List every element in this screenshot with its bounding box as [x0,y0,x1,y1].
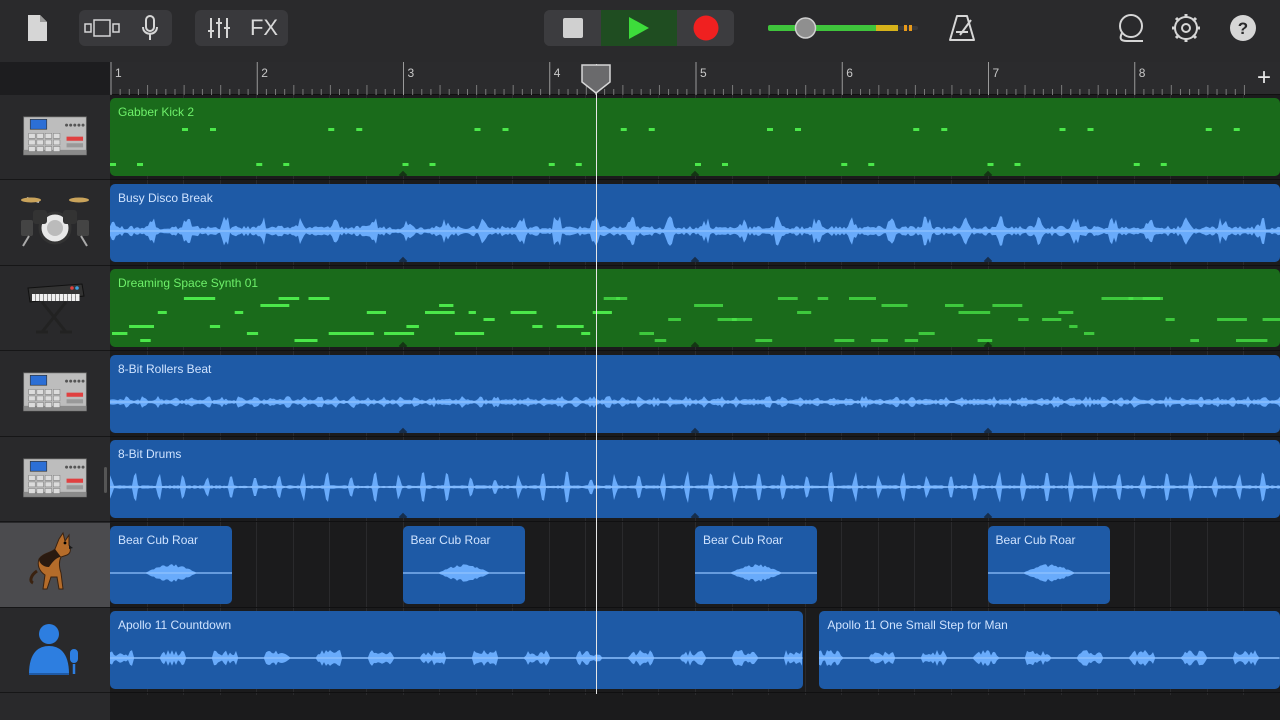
track-header[interactable] [0,352,110,437]
document-icon[interactable] [24,13,50,43]
region-label: Apollo 11 One Small Step for Man [827,618,1008,632]
ruler-bar-number: 5 [700,66,707,80]
midi-notes [112,297,1280,342]
track-header[interactable] [0,181,110,266]
master-volume-slider[interactable] [764,14,922,42]
drum-kit-icon [19,192,91,253]
region-label: Dreaming Space Synth 01 [118,276,259,290]
midi-notes [110,128,1240,166]
region-label: Bear Cub Roar [118,532,199,547]
audio-region[interactable]: Bear Cub Roar [987,525,1110,604]
midi-region[interactable]: Dreaming Space Synth 01 [110,269,1280,347]
audio-waveform [110,395,1280,408]
transport-controls [544,10,734,46]
playhead-handle[interactable] [580,64,611,94]
audio-region[interactable]: Bear Cub Roar [402,525,525,604]
track-lanes: Gabber Kick 2 Busy Disco Break Dreaming Sp… [110,95,1280,720]
ruler-bar-number: 1 [115,66,122,80]
audio-region[interactable]: Apollo 11 One Small Step for Man [819,611,1280,689]
settings-icon[interactable] [1170,12,1202,44]
play-icon [629,17,649,39]
ruler-bar-number: 8 [1138,66,1146,80]
view-controls-group [79,10,172,46]
audio-waveform [110,471,1280,503]
fx-label: FX [249,15,279,40]
track-header[interactable] [0,95,110,180]
timeline-ruler[interactable]: 1 2 3 4 5 6 7 8 [110,62,1280,95]
voice-person-icon [25,618,85,683]
loop-icon[interactable] [1113,12,1147,44]
audio-waveform [110,215,1280,246]
dog-icon [25,531,85,598]
audio-region[interactable]: Bear Cub Roar [695,525,818,604]
keyboard-synth-icon [22,276,88,341]
region-label: 8-Bit Rollers Beat [118,361,212,376]
playhead-line [595,64,597,694]
microphone-icon[interactable] [131,13,169,43]
ruler-bar-number: 4 [553,66,561,80]
track-view-icon[interactable] [82,13,124,43]
header-resize-handle[interactable] [104,467,107,493]
track-header[interactable] [0,437,110,522]
add-section-button[interactable]: + [1252,66,1276,90]
ruler-bar-number: 3 [407,66,415,80]
record-button[interactable] [677,10,734,46]
record-icon [693,15,718,41]
region-label: Bear Cub Roar [995,532,1076,547]
audio-region[interactable]: Busy Disco Break [110,183,1280,262]
ruler-bar-number: 7 [992,66,1000,80]
toolbar: FX ? [0,0,1280,62]
fx-button[interactable]: FX [243,13,285,43]
region-label: Busy Disco Break [118,190,213,205]
stop-icon [562,18,583,38]
track-header[interactable] [0,522,110,608]
drum-machine-icon [22,449,88,510]
mixer-icon[interactable] [198,13,240,43]
garageband-app: FX ? 1 2 3 4 5 6 7 8 + Gabber Kick 2 Bus… [0,0,1280,720]
drum-machine-icon [22,363,88,424]
region-label: Bear Cub Roar [703,532,784,547]
region-label: Bear Cub Roar [410,532,491,547]
audio-region[interactable]: Apollo 11 Countdown [110,611,803,689]
track-header[interactable] [0,608,110,693]
audio-region[interactable]: 8-Bit Rollers Beat [110,354,1280,433]
play-button[interactable] [601,10,677,46]
region-label: Gabber Kick 2 [118,105,195,119]
help-icon[interactable]: ? [1228,13,1258,43]
region-label: 8-Bit Drums [118,447,182,461]
midi-region[interactable]: Gabber Kick 2 [110,98,1280,176]
drum-machine-icon [22,107,88,168]
stop-button[interactable] [544,10,601,46]
svg-text:?: ? [1238,19,1248,38]
track-headers [0,95,110,720]
ruler-bar-number: 2 [261,66,268,80]
track-header[interactable] [0,266,110,351]
mix-controls-group: FX [195,10,288,46]
audio-region[interactable]: Bear Cub Roar [110,525,233,604]
audio-region[interactable]: 8-Bit Drums [110,440,1280,518]
metronome-icon[interactable] [946,12,978,44]
ruler-bar-number: 6 [846,66,853,80]
region-label: Apollo 11 Countdown [118,618,232,632]
